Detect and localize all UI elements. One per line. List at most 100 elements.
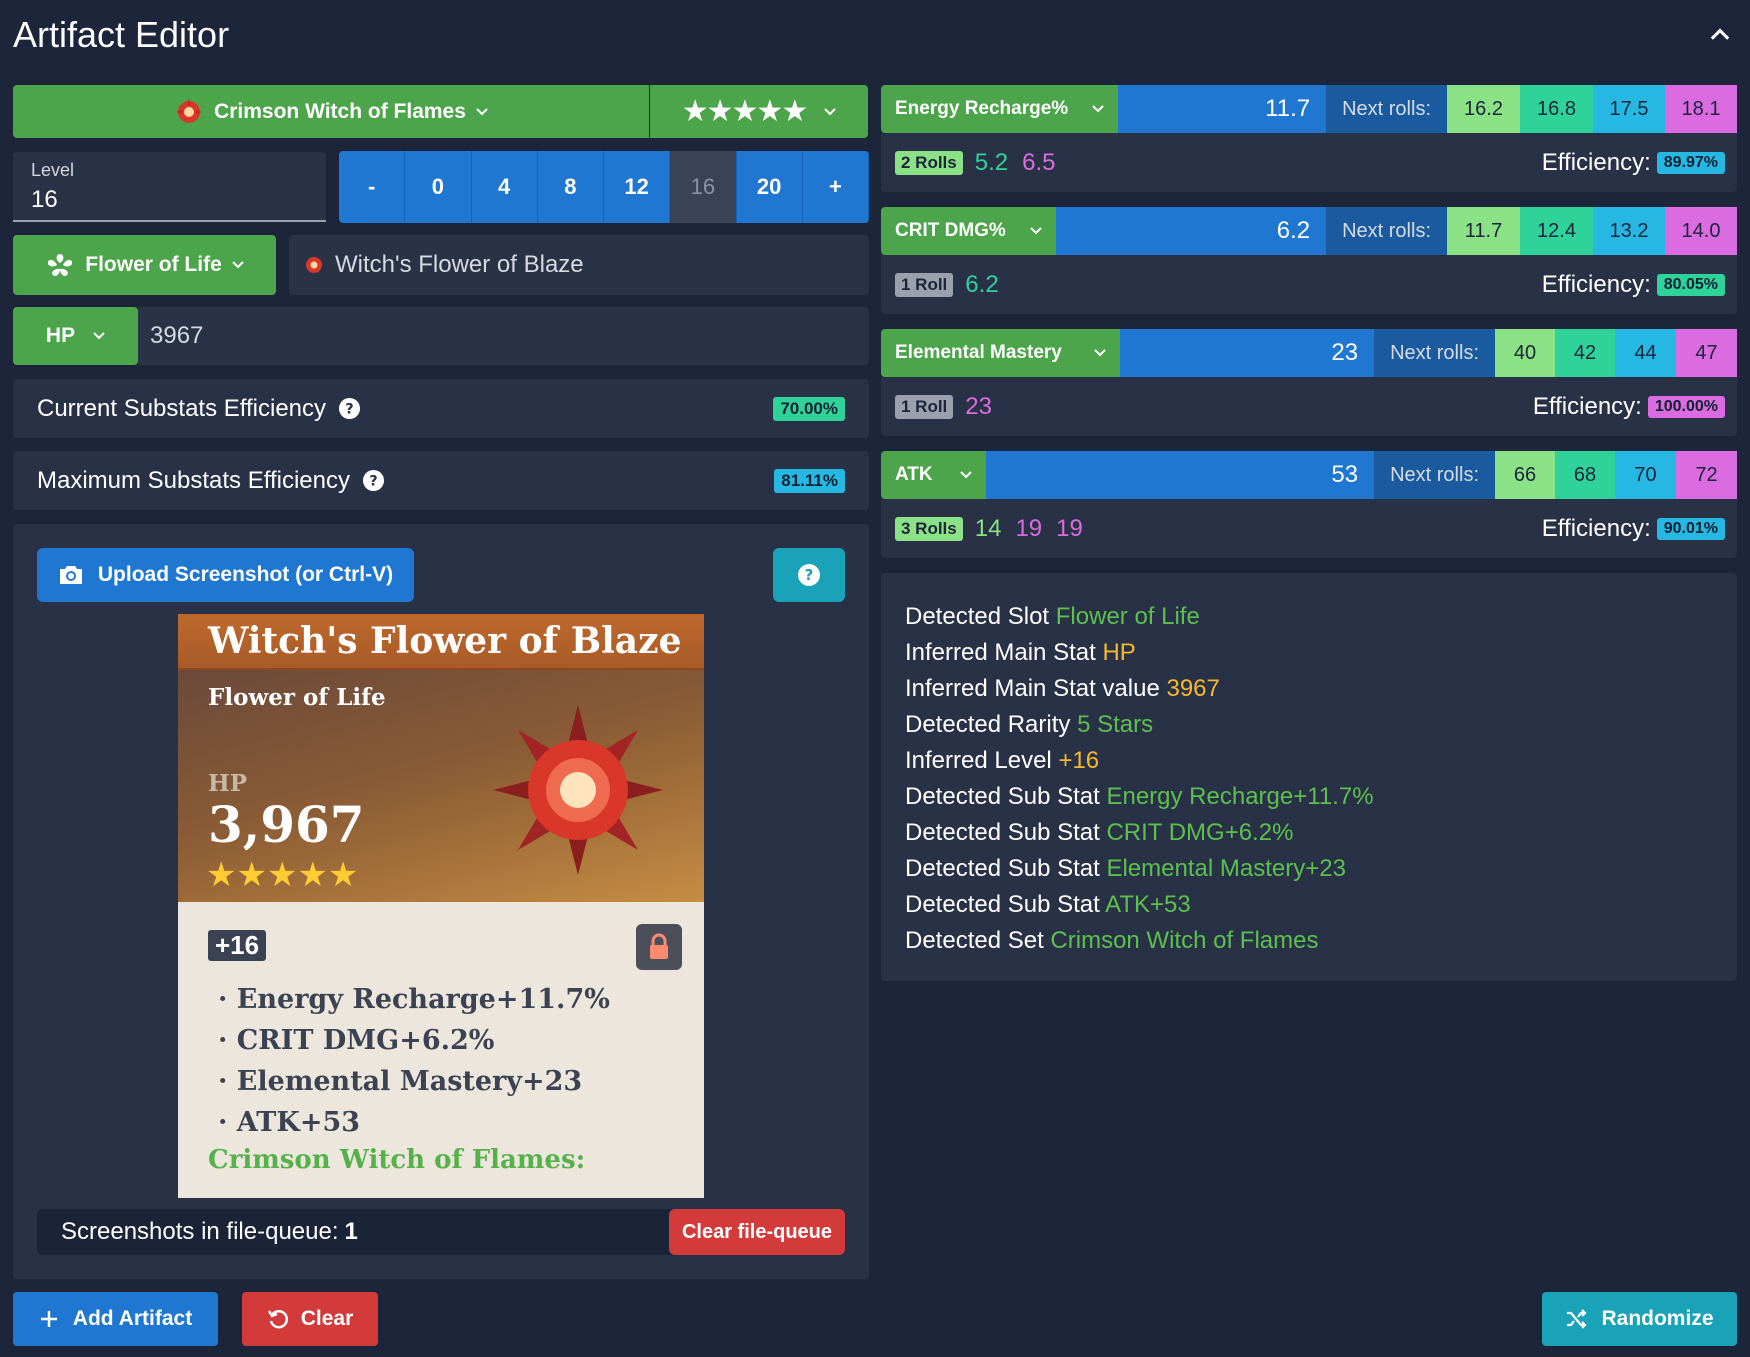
- add-artifact-button[interactable]: Add Artifact: [13, 1292, 218, 1346]
- svg-text:?: ?: [805, 566, 814, 584]
- set-dropdown[interactable]: Crimson Witch of Flames: [13, 85, 649, 138]
- detection-line: Detected Sub Stat CRIT DMG+6.2%: [905, 819, 1294, 846]
- page-title: Artifact Editor: [13, 14, 230, 55]
- max-efficiency-label: Maximum Substats Efficiency: [37, 466, 350, 494]
- next-roll-button[interactable]: 17.5: [1593, 85, 1665, 133]
- level-decrement-button[interactable]: -: [339, 151, 406, 223]
- substat-dropdown[interactable]: Elemental Mastery: [881, 329, 1120, 377]
- next-rolls-label: Next rolls:: [1326, 85, 1447, 133]
- rarity-stars: ★★★★★: [681, 95, 808, 128]
- current-efficiency-row: Current Substats Efficiency ? 70.00%: [13, 379, 869, 438]
- help-icon: ?: [798, 564, 820, 586]
- upload-screenshot-button[interactable]: Upload Screenshot (or Ctrl-V): [37, 548, 414, 602]
- next-roll-button[interactable]: 72: [1676, 451, 1737, 499]
- detection-line: Detected Sub Stat Energy Recharge+11.7%: [905, 783, 1374, 810]
- level-20-button[interactable]: 20: [736, 151, 803, 223]
- chevron-down-icon: [93, 332, 105, 340]
- substat-value[interactable]: 11.7: [1118, 85, 1327, 133]
- upload-panel: Upload Screenshot (or Ctrl-V) ? Witch's …: [13, 524, 869, 1279]
- next-rolls-label: Next rolls:: [1374, 329, 1495, 377]
- main-stat-key: HP: [45, 324, 76, 347]
- next-roll-button[interactable]: 66: [1495, 451, 1555, 499]
- level-increment-button[interactable]: +: [802, 151, 869, 223]
- card-slot: Flower of Life: [208, 684, 386, 711]
- help-icon[interactable]: ?: [362, 469, 385, 492]
- next-roll-button[interactable]: 14.0: [1665, 207, 1737, 255]
- detection-line: Detected Set Crimson Witch of Flames: [905, 927, 1319, 954]
- efficiency-badge: 90.01%: [1656, 517, 1725, 540]
- randomize-label: Randomize: [1601, 1307, 1714, 1330]
- next-rolls-label: Next rolls:: [1374, 451, 1495, 499]
- camera-icon: [59, 566, 82, 584]
- svg-text:?: ?: [369, 473, 377, 489]
- randomize-button[interactable]: Randomize: [1542, 1292, 1737, 1346]
- chevron-down-icon: [1092, 105, 1104, 113]
- undo-icon: [267, 1310, 288, 1329]
- rolls-badge: 1 Roll: [895, 272, 954, 297]
- detection-line: Inferred Main Stat HP: [905, 639, 1136, 666]
- artifact-screenshot-preview: Witch's Flower of Blaze Flower of Life H…: [178, 614, 704, 1198]
- efficiency-badge: 80.05%: [1656, 273, 1725, 296]
- substat-name: Elemental Mastery: [895, 342, 1062, 363]
- next-roll-button[interactable]: 70: [1615, 451, 1676, 499]
- next-roll-button[interactable]: 18.1: [1665, 85, 1737, 133]
- detection-results: Detected Slot Flower of Life Inferred Ma…: [881, 573, 1737, 981]
- flame-flower-icon: [176, 98, 203, 123]
- chevron-down-icon: [960, 471, 972, 479]
- clear-button[interactable]: Clear: [242, 1292, 378, 1346]
- help-icon[interactable]: ?: [338, 397, 361, 420]
- upload-label: Upload Screenshot (or Ctrl-V): [97, 563, 394, 586]
- card-title: Witch's Flower of Blaze: [178, 614, 704, 670]
- level-4-button[interactable]: 4: [471, 151, 538, 223]
- clear-label: Clear: [300, 1307, 354, 1330]
- set-name: Crimson Witch of Flames: [214, 99, 466, 123]
- next-roll-button[interactable]: 68: [1555, 451, 1615, 499]
- artifact-flower-image: [493, 705, 663, 875]
- level-field[interactable]: Level 16: [13, 152, 326, 222]
- card-substat: · Elemental Mastery+23: [218, 1066, 583, 1097]
- card-level: +16: [208, 930, 267, 961]
- file-queue-bar: Screenshots in file-queue: 1 Clear file-…: [37, 1209, 845, 1255]
- flame-flower-icon: [306, 257, 322, 273]
- next-roll-button[interactable]: 47: [1676, 329, 1737, 377]
- substat-dropdown[interactable]: CRIT DMG%: [881, 207, 1056, 255]
- card-substat: · CRIT DMG+6.2%: [218, 1025, 495, 1056]
- roll-value: 6.2: [965, 270, 999, 298]
- next-roll-button[interactable]: 12.4: [1520, 207, 1593, 255]
- substat-dropdown[interactable]: Energy Recharge%: [881, 85, 1118, 133]
- next-rolls-label: Next rolls:: [1326, 207, 1447, 255]
- current-efficiency-label: Current Substats Efficiency: [37, 394, 327, 422]
- main-stat-dropdown[interactable]: HP: [13, 307, 138, 365]
- chevron-up-icon[interactable]: [1706, 20, 1734, 48]
- chevron-down-icon: [476, 107, 488, 115]
- level-8-button[interactable]: 8: [537, 151, 604, 223]
- roll-value: 19: [1015, 514, 1043, 542]
- next-roll-button[interactable]: 40: [1495, 329, 1555, 377]
- detection-line: Detected Sub Stat Elemental Mastery+23: [905, 855, 1346, 882]
- substat-dropdown[interactable]: ATK: [881, 451, 986, 499]
- level-16-button[interactable]: 16: [670, 151, 737, 223]
- roll-value: 6.5: [1022, 148, 1056, 176]
- next-roll-button[interactable]: 42: [1555, 329, 1615, 377]
- clear-file-queue-button[interactable]: Clear file-queue: [669, 1209, 845, 1255]
- efficiency-label: Efficiency:: [1541, 270, 1651, 298]
- next-roll-button[interactable]: 16.2: [1447, 85, 1520, 133]
- next-roll-button[interactable]: 11.7: [1447, 207, 1520, 255]
- next-roll-button[interactable]: 13.2: [1593, 207, 1665, 255]
- substat-row: ATK 53 Next rolls: 66 68 70 72 3 Rolls 1…: [881, 451, 1737, 564]
- substat-row: Energy Recharge% 11.7 Next rolls: 16.2 1…: [881, 85, 1737, 198]
- level-0-button[interactable]: 0: [405, 151, 472, 223]
- roll-value: 19: [1056, 514, 1083, 542]
- svg-text:?: ?: [345, 401, 353, 417]
- next-roll-button[interactable]: 44: [1615, 329, 1676, 377]
- level-12-button[interactable]: 12: [604, 151, 671, 223]
- substat-value[interactable]: 23: [1120, 329, 1375, 377]
- rarity-dropdown[interactable]: ★★★★★: [650, 85, 868, 138]
- efficiency-badge: 89.97%: [1656, 151, 1725, 174]
- next-roll-button[interactable]: 16.8: [1520, 85, 1593, 133]
- substat-value[interactable]: 53: [986, 451, 1375, 499]
- substat-value[interactable]: 6.2: [1056, 207, 1327, 255]
- slot-dropdown[interactable]: Flower of Life: [13, 235, 276, 295]
- detection-line: Inferred Main Stat value 3967: [905, 675, 1220, 702]
- upload-help-button[interactable]: ?: [773, 548, 845, 602]
